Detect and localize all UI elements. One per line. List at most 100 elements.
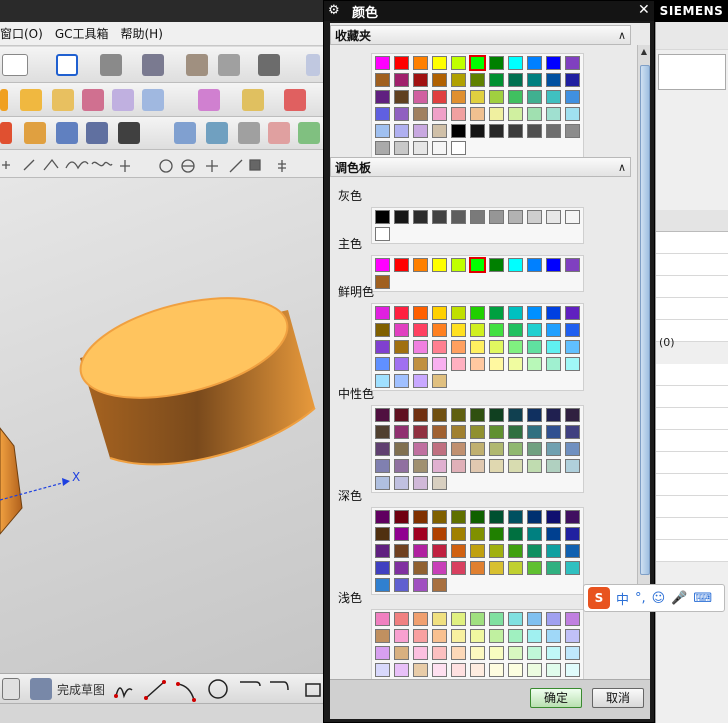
color-swatch[interactable] xyxy=(394,510,409,524)
color-swatch[interactable] xyxy=(375,56,390,70)
color-swatch[interactable] xyxy=(489,258,504,272)
color-swatch[interactable] xyxy=(451,107,466,121)
color-swatch[interactable] xyxy=(508,459,523,473)
color-swatch[interactable] xyxy=(432,459,447,473)
color-swatch[interactable] xyxy=(432,476,447,490)
color-swatch[interactable] xyxy=(470,408,485,422)
color-swatch[interactable] xyxy=(394,476,409,490)
patch-icon[interactable] xyxy=(206,122,228,144)
layer-icon[interactable] xyxy=(306,54,320,76)
color-swatch[interactable] xyxy=(546,527,561,541)
color-swatch[interactable] xyxy=(451,90,466,104)
color-swatch[interactable] xyxy=(527,90,542,104)
color-swatch[interactable] xyxy=(470,561,485,575)
color-swatch[interactable] xyxy=(565,306,580,320)
color-swatch[interactable] xyxy=(394,578,409,592)
color-swatch[interactable] xyxy=(489,56,504,70)
color-swatch[interactable] xyxy=(470,663,485,677)
color-swatch[interactable] xyxy=(546,646,561,660)
color-swatch[interactable] xyxy=(413,258,428,272)
collapse-icon[interactable]: ∧ xyxy=(618,29,626,42)
color-swatch[interactable] xyxy=(565,323,580,337)
color-swatch[interactable] xyxy=(470,73,485,87)
color-swatch[interactable] xyxy=(508,306,523,320)
color-swatch[interactable] xyxy=(432,141,447,155)
color-swatch[interactable] xyxy=(413,141,428,155)
color-swatch[interactable] xyxy=(565,56,580,70)
color-swatch[interactable] xyxy=(489,210,504,224)
revolve-icon[interactable] xyxy=(20,89,42,111)
ime-mode[interactable]: 中 xyxy=(616,589,629,608)
color-swatch[interactable] xyxy=(527,56,542,70)
color-swatch[interactable] xyxy=(565,612,580,626)
color-swatch[interactable] xyxy=(470,442,485,456)
color-swatch[interactable] xyxy=(432,56,447,70)
color-swatch[interactable] xyxy=(508,210,523,224)
color-swatch[interactable] xyxy=(527,107,542,121)
color-swatch[interactable] xyxy=(413,357,428,371)
color-swatch[interactable] xyxy=(375,578,390,592)
color-swatch[interactable] xyxy=(508,561,523,575)
finish-sketch-label[interactable]: 完成草图 xyxy=(57,681,105,698)
color-swatch[interactable] xyxy=(565,357,580,371)
color-swatch[interactable] xyxy=(508,408,523,422)
color-swatch[interactable] xyxy=(451,646,466,660)
graphics-viewport[interactable]: X xyxy=(0,178,323,673)
panel-row[interactable] xyxy=(656,474,728,496)
color-swatch[interactable] xyxy=(565,73,580,87)
color-swatch[interactable] xyxy=(489,510,504,524)
color-swatch[interactable] xyxy=(394,612,409,626)
menu-window[interactable]: 窗口(O) xyxy=(0,25,43,42)
curve-tool-icon[interactable] xyxy=(0,122,12,144)
color-swatch[interactable] xyxy=(469,55,486,71)
color-swatch[interactable] xyxy=(451,210,466,224)
color-swatch[interactable] xyxy=(451,258,466,272)
color-swatch[interactable] xyxy=(394,646,409,660)
color-swatch[interactable] xyxy=(375,124,390,138)
color-swatch[interactable] xyxy=(375,612,390,626)
smiley-icon[interactable]: ☺ xyxy=(652,591,666,606)
pocket-icon[interactable] xyxy=(142,89,164,111)
background-icon[interactable] xyxy=(258,54,280,76)
color-swatch[interactable] xyxy=(565,258,580,272)
color-swatch[interactable] xyxy=(451,141,466,155)
color-swatch[interactable] xyxy=(508,544,523,558)
color-swatch[interactable] xyxy=(451,124,466,138)
color-swatch[interactable] xyxy=(413,124,428,138)
color-swatch[interactable] xyxy=(489,90,504,104)
color-swatch[interactable] xyxy=(375,306,390,320)
color-swatch[interactable] xyxy=(451,323,466,337)
color-swatch[interactable] xyxy=(432,578,447,592)
color-swatch[interactable] xyxy=(413,544,428,558)
ime-logo[interactable]: S xyxy=(588,587,610,609)
color-swatch[interactable] xyxy=(413,612,428,626)
color-swatch[interactable] xyxy=(375,544,390,558)
color-swatch[interactable] xyxy=(413,561,428,575)
color-swatch[interactable] xyxy=(375,90,390,104)
color-swatch[interactable] xyxy=(508,90,523,104)
color-swatch[interactable] xyxy=(527,663,542,677)
sketch-icon[interactable] xyxy=(2,678,20,700)
color-swatch[interactable] xyxy=(527,527,542,541)
color-swatch[interactable] xyxy=(451,73,466,87)
offset-icon[interactable] xyxy=(238,122,260,144)
color-swatch[interactable] xyxy=(413,374,428,388)
panel-row[interactable] xyxy=(656,276,728,298)
color-swatch[interactable] xyxy=(375,357,390,371)
color-swatch[interactable] xyxy=(527,258,542,272)
color-swatch[interactable] xyxy=(527,629,542,643)
color-swatch[interactable] xyxy=(508,56,523,70)
menu-gc-toolbox[interactable]: GC工具箱 xyxy=(55,25,109,42)
color-swatch[interactable] xyxy=(375,510,390,524)
color-swatch[interactable] xyxy=(451,561,466,575)
color-swatch[interactable] xyxy=(470,459,485,473)
color-swatch[interactable] xyxy=(508,646,523,660)
color-swatch[interactable] xyxy=(546,629,561,643)
color-swatch[interactable] xyxy=(394,73,409,87)
ime-toolbar[interactable]: S 中 °, ☺ 🎤 ⌨ xyxy=(583,584,725,612)
color-swatch[interactable] xyxy=(432,527,447,541)
color-swatch[interactable] xyxy=(394,629,409,643)
color-swatch[interactable] xyxy=(527,408,542,422)
color-swatch[interactable] xyxy=(432,323,447,337)
color-swatch[interactable] xyxy=(508,629,523,643)
